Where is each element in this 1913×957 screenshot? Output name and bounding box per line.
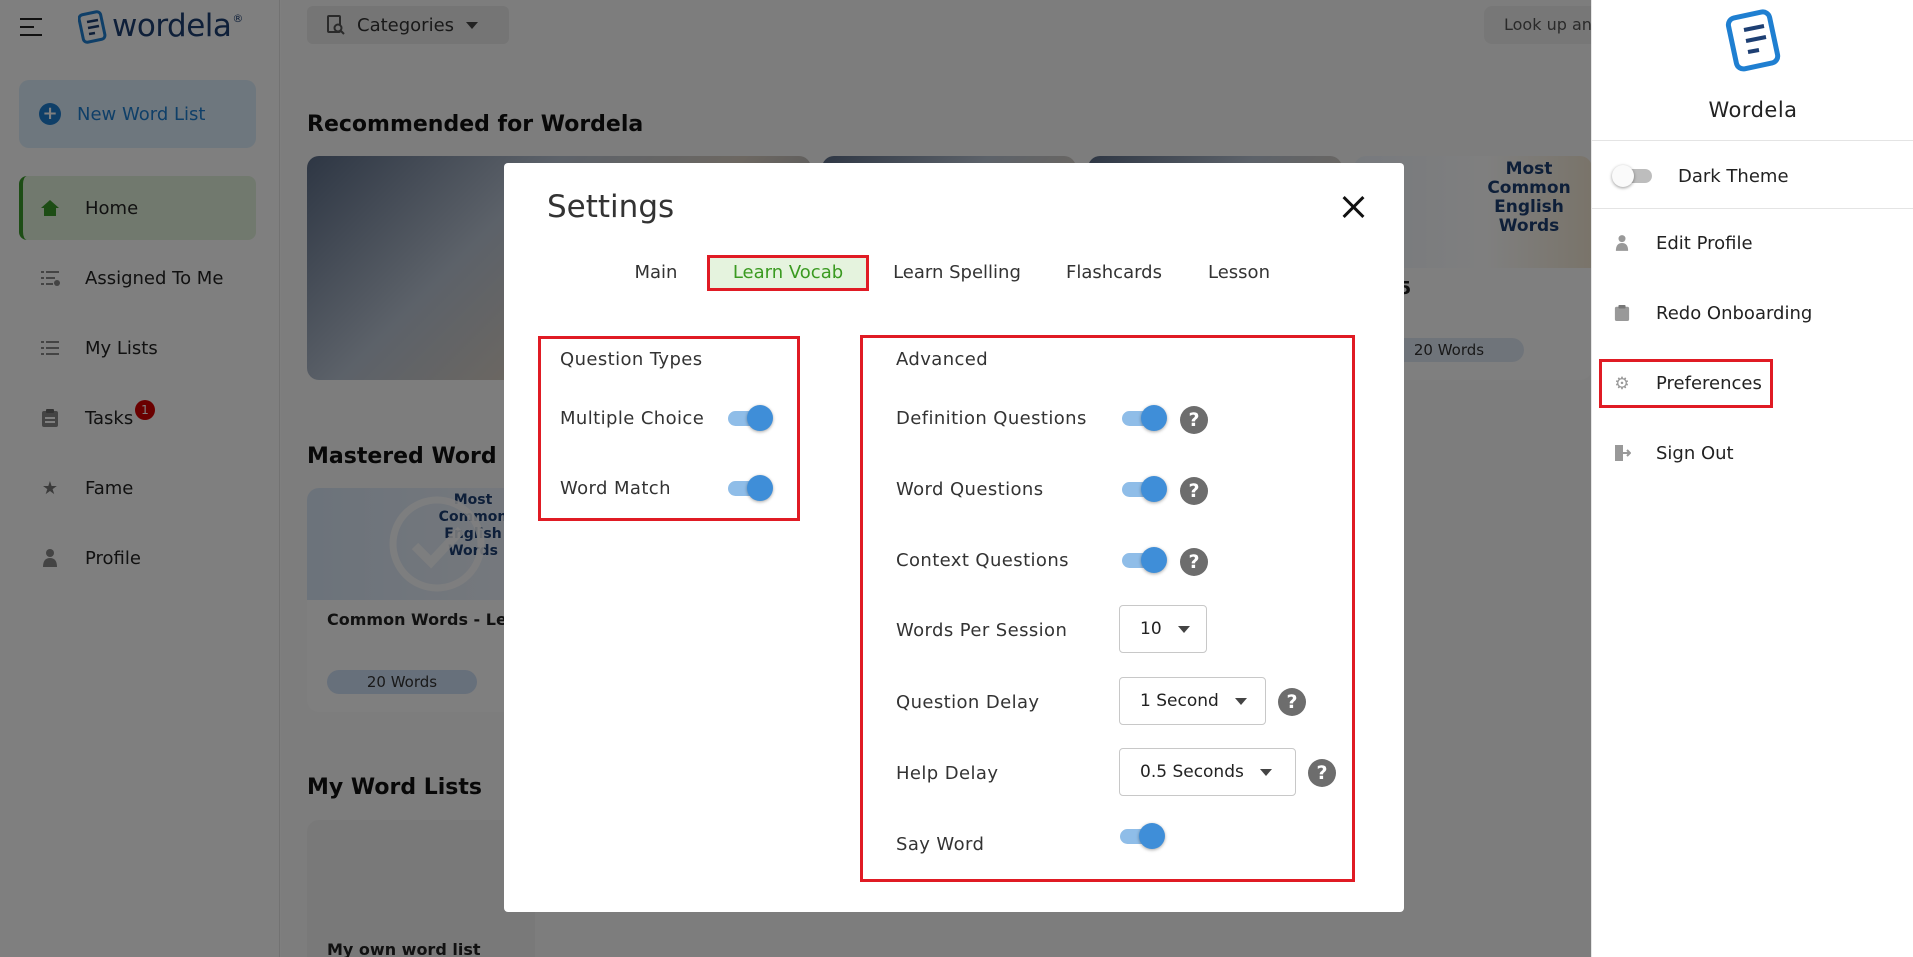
words-per-session-select[interactable]: 10 <box>1119 605 1207 653</box>
wordela-logo-icon <box>1725 9 1781 72</box>
person-icon <box>1612 234 1632 254</box>
help-icon[interactable]: ? <box>1180 477 1208 505</box>
edit-profile-item[interactable]: Edit Profile <box>1612 233 1753 254</box>
drawer-item-label: Edit Profile <box>1656 233 1753 254</box>
word-match-label: Word Match <box>560 478 671 499</box>
divider <box>1592 140 1913 141</box>
sign-out-icon <box>1612 444 1632 464</box>
multiple-choice-toggle[interactable] <box>727 405 773 431</box>
drawer-item-label: Redo Onboarding <box>1656 303 1813 324</box>
word-questions-toggle[interactable] <box>1121 476 1167 502</box>
help-icon[interactable]: ? <box>1180 406 1208 434</box>
help-delay-label: Help Delay <box>896 763 999 784</box>
chevron-down-icon <box>1177 625 1190 633</box>
say-word-label: Say Word <box>896 834 985 855</box>
tab-lesson[interactable]: Lesson <box>1201 255 1277 291</box>
question-types-group: Question Types Multiple Choice Word Matc… <box>538 336 800 521</box>
say-word-toggle[interactable] <box>1119 823 1165 849</box>
definition-questions-label: Definition Questions <box>896 408 1087 429</box>
close-icon[interactable] <box>1341 195 1365 219</box>
settings-modal: Settings Main Learn Vocab Learn Spelling… <box>504 163 1404 912</box>
tab-learn-spelling[interactable]: Learn Spelling <box>887 255 1027 291</box>
tab-main[interactable]: Main <box>626 255 686 291</box>
advanced-heading: Advanced <box>896 349 989 370</box>
divider <box>1592 208 1913 209</box>
dark-theme-toggle[interactable] <box>1612 165 1654 187</box>
definition-questions-toggle[interactable] <box>1121 405 1167 431</box>
help-icon[interactable]: ? <box>1278 688 1306 716</box>
chevron-down-icon <box>1234 697 1247 705</box>
drawer-title: Wordela <box>1708 98 1798 122</box>
drawer-item-label: Sign Out <box>1656 443 1734 464</box>
account-drawer: Wordela Dark Theme Edit Profile Redo Onb… <box>1591 0 1913 957</box>
question-delay-select[interactable]: 1 Second <box>1119 677 1266 725</box>
help-icon[interactable]: ? <box>1308 759 1336 787</box>
dark-theme-toggle-row[interactable]: Dark Theme <box>1612 165 1789 187</box>
word-match-toggle[interactable] <box>727 475 773 501</box>
help-icon[interactable]: ? <box>1180 548 1208 576</box>
words-per-session-value: 10 <box>1140 619 1162 639</box>
tab-learn-vocab[interactable]: Learn Vocab <box>707 255 869 291</box>
dark-theme-label: Dark Theme <box>1678 165 1789 187</box>
clipboard-icon <box>1612 304 1632 324</box>
sign-out-item[interactable]: Sign Out <box>1612 443 1734 464</box>
help-delay-select[interactable]: 0.5 Seconds <box>1119 748 1296 796</box>
redo-onboarding-item[interactable]: Redo Onboarding <box>1612 303 1812 324</box>
chevron-down-icon <box>1259 768 1272 776</box>
words-per-session-label: Words Per Session <box>896 620 1068 641</box>
help-delay-value: 0.5 Seconds <box>1140 762 1244 782</box>
word-questions-label: Word Questions <box>896 479 1044 500</box>
question-delay-value: 1 Second <box>1140 691 1219 711</box>
context-questions-label: Context Questions <box>896 550 1069 571</box>
multiple-choice-label: Multiple Choice <box>560 408 705 429</box>
tab-flashcards[interactable]: Flashcards <box>1057 255 1171 291</box>
settings-tabs: Main Learn Vocab Learn Spelling Flashcar… <box>504 255 1404 291</box>
question-delay-label: Question Delay <box>896 692 1040 713</box>
question-types-heading: Question Types <box>560 349 703 370</box>
context-questions-toggle[interactable] <box>1121 547 1167 573</box>
modal-title: Settings <box>547 189 675 225</box>
advanced-group: Advanced Definition Questions ? Word Que… <box>860 335 1355 882</box>
preferences-highlight <box>1599 359 1773 408</box>
